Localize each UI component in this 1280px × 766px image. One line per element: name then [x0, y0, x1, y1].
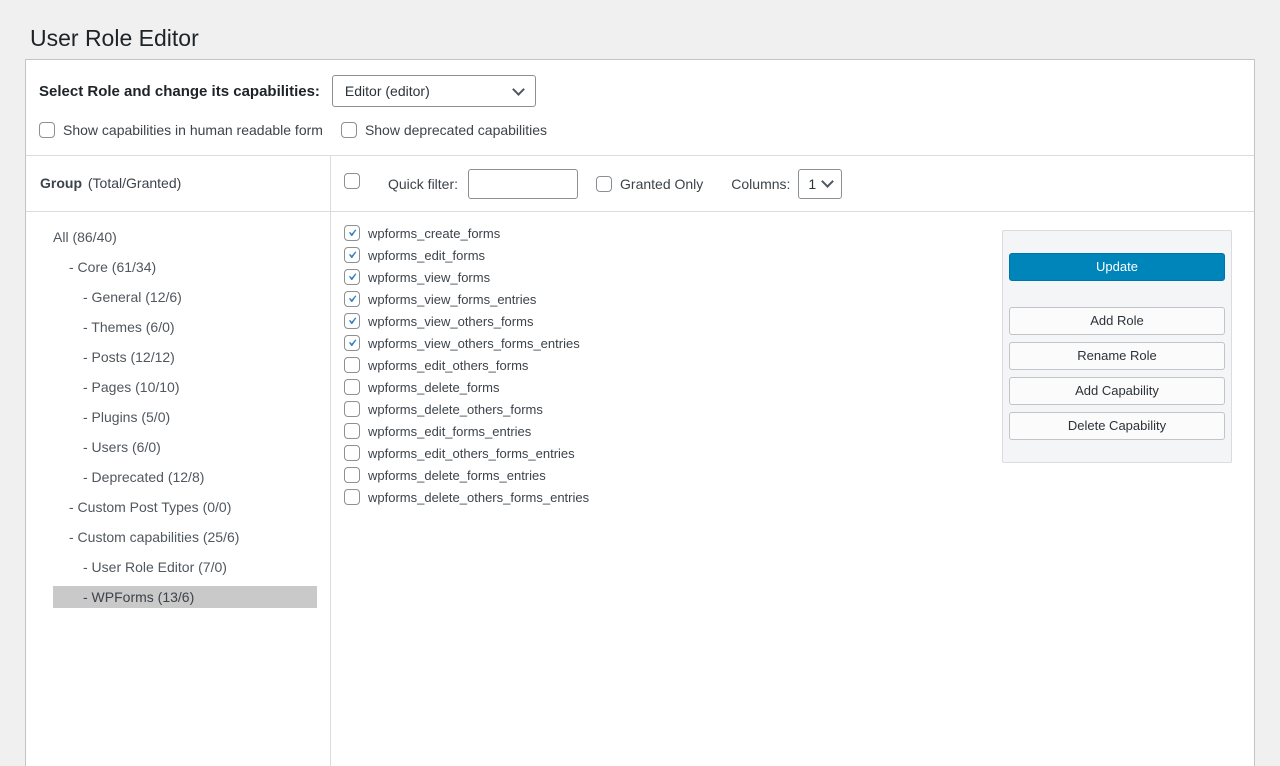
capability-checkbox[interactable]	[344, 489, 360, 505]
role-selector-row: Select Role and change its capabilities:…	[39, 75, 1241, 107]
capability-checkbox[interactable]	[344, 445, 360, 461]
columns-select-value: 1	[808, 176, 816, 192]
page-title: User Role Editor	[30, 24, 199, 54]
group-item[interactable]: - Core (61/34)	[53, 256, 317, 278]
capability-label: wpforms_edit_forms	[368, 248, 485, 263]
select-all-checkbox[interactable]	[344, 173, 360, 189]
group-item[interactable]: - Custom capabilities (25/6)	[53, 526, 317, 548]
deprecated-checkbox[interactable]	[341, 122, 357, 138]
capability-checkbox[interactable]	[344, 401, 360, 417]
group-item[interactable]: - Custom Post Types (0/0)	[53, 496, 317, 518]
update-button[interactable]: Update	[1009, 253, 1225, 281]
group-item[interactable]: - Posts (12/12)	[53, 346, 317, 368]
chevron-down-icon	[821, 175, 834, 188]
check-icon	[345, 269, 359, 285]
group-item[interactable]: - Users (6/0)	[53, 436, 317, 458]
capability-label: wpforms_view_others_forms	[368, 314, 533, 329]
check-icon	[345, 291, 359, 307]
role-select-value: Editor (editor)	[345, 83, 430, 99]
capability-checkbox[interactable]	[344, 357, 360, 373]
panel-header: Select Role and change its capabilities:…	[26, 60, 1254, 156]
capability-label: wpforms_view_others_forms_entries	[368, 336, 580, 351]
columns-label: Columns:	[731, 176, 790, 192]
granted-only-checkbox[interactable]	[596, 176, 612, 192]
granted-only-label: Granted Only	[620, 176, 703, 192]
add-role-button[interactable]: Add Role	[1009, 307, 1225, 335]
capability-label: wpforms_edit_others_forms_entries	[368, 446, 575, 461]
content-columns: Group (Total/Granted) All (86/40) - Core …	[26, 156, 1254, 766]
display-options-row: Show capabilities in human readable form…	[39, 122, 1241, 138]
capability-label: wpforms_edit_forms_entries	[368, 424, 531, 439]
capability-label: wpforms_delete_others_forms	[368, 402, 543, 417]
capability-label: wpforms_edit_others_forms	[368, 358, 528, 373]
capability-label: wpforms_view_forms	[368, 270, 490, 285]
chevron-down-icon	[512, 83, 525, 96]
add-capability-button[interactable]: Add Capability	[1009, 377, 1225, 405]
capability-label: wpforms_create_forms	[368, 226, 500, 241]
check-icon	[345, 247, 359, 263]
columns-select[interactable]: 1	[798, 169, 842, 199]
group-list: All (86/40) - Core (61/34) - General (12/6…	[26, 212, 330, 608]
capability-checkbox[interactable]	[344, 335, 360, 351]
group-header-suffix: (Total/Granted)	[88, 175, 181, 191]
deprecated-label: Show deprecated capabilities	[365, 122, 547, 138]
human-readable-label: Show capabilities in human readable form	[63, 122, 323, 138]
group-item[interactable]: - Themes (6/0)	[53, 316, 317, 338]
group-item[interactable]: - General (12/6)	[53, 286, 317, 308]
role-select[interactable]: Editor (editor)	[332, 75, 536, 107]
group-item[interactable]: - Plugins (5/0)	[53, 406, 317, 428]
select-role-label: Select Role and change its capabilities:	[39, 83, 320, 100]
capability-row: wpforms_delete_others_forms_entries	[344, 489, 1241, 505]
human-readable-checkbox[interactable]	[39, 122, 55, 138]
group-header-title: Group	[40, 175, 82, 191]
check-icon	[345, 313, 359, 329]
filter-bar: Quick filter: Granted Only Columns: 1	[331, 156, 1254, 212]
group-item[interactable]: - WPForms (13/6)	[53, 586, 317, 608]
rename-role-button[interactable]: Rename Role	[1009, 342, 1225, 370]
capability-checkbox[interactable]	[344, 313, 360, 329]
capability-label: wpforms_delete_forms	[368, 380, 500, 395]
capability-label: wpforms_delete_forms_entries	[368, 468, 546, 483]
deprecated-option[interactable]: Show deprecated capabilities	[341, 122, 547, 138]
capability-checkbox[interactable]	[344, 291, 360, 307]
capability-row: wpforms_delete_forms_entries	[344, 467, 1241, 483]
capability-label: wpforms_delete_others_forms_entries	[368, 490, 589, 505]
capability-checkbox[interactable]	[344, 225, 360, 241]
capabilities-column: Quick filter: Granted Only Columns: 1 wp…	[331, 156, 1254, 766]
group-item[interactable]: - Deprecated (12/8)	[53, 466, 317, 488]
quick-filter-input[interactable]	[468, 169, 578, 199]
capability-label: wpforms_view_forms_entries	[368, 292, 536, 307]
group-header: Group (Total/Granted)	[26, 156, 330, 212]
group-item[interactable]: - Pages (10/10)	[53, 376, 317, 398]
actions-panel: Update Add Role Rename Role Add Capabili…	[1002, 230, 1232, 463]
human-readable-option[interactable]: Show capabilities in human readable form	[39, 122, 323, 138]
capability-checkbox[interactable]	[344, 247, 360, 263]
capability-checkbox[interactable]	[344, 467, 360, 483]
group-item[interactable]: - User Role Editor (7/0)	[53, 556, 317, 578]
capability-checkbox[interactable]	[344, 423, 360, 439]
check-icon	[345, 335, 359, 351]
group-item[interactable]: All (86/40)	[53, 226, 317, 248]
quick-filter-label: Quick filter:	[388, 176, 458, 192]
main-panel: Select Role and change its capabilities:…	[25, 59, 1255, 766]
capability-checkbox[interactable]	[344, 379, 360, 395]
check-icon	[345, 225, 359, 241]
capability-checkbox[interactable]	[344, 269, 360, 285]
group-column: Group (Total/Granted) All (86/40) - Core …	[26, 156, 331, 766]
delete-capability-button[interactable]: Delete Capability	[1009, 412, 1225, 440]
